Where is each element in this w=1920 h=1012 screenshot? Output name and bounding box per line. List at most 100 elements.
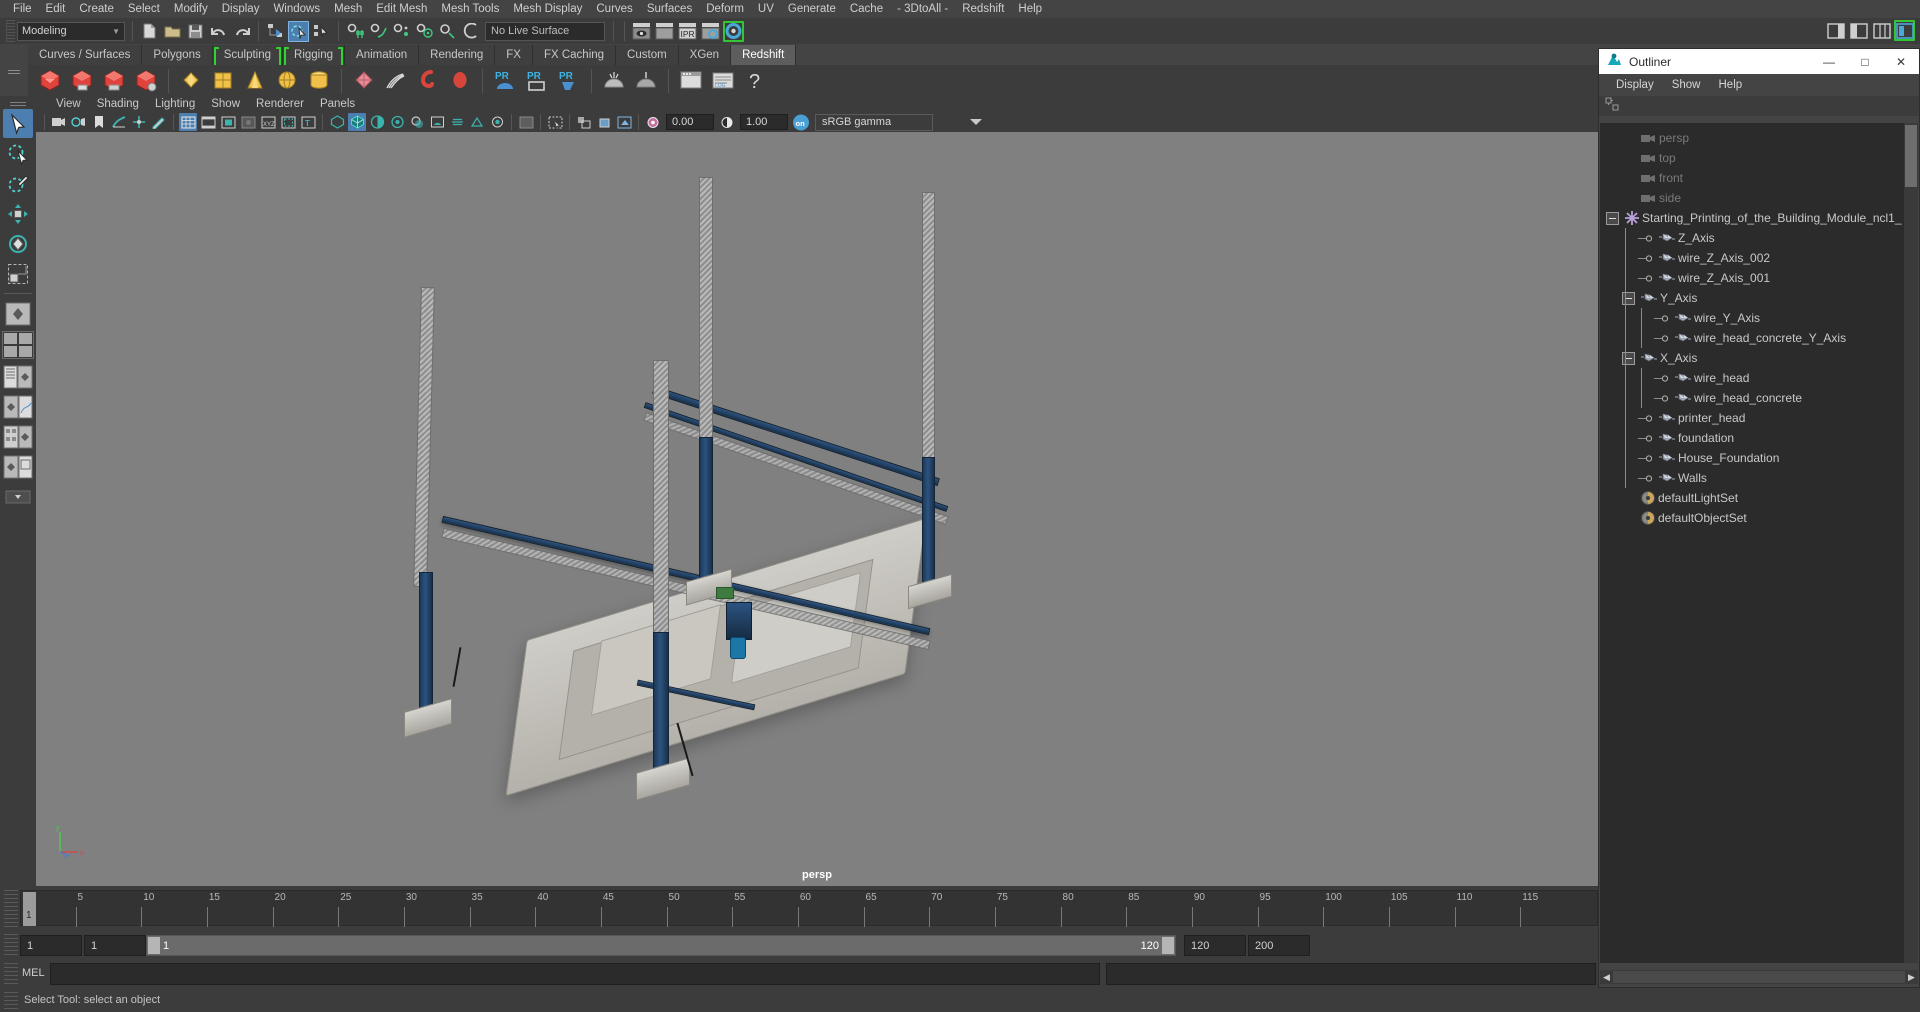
command-input[interactable] — [50, 963, 1100, 985]
depth-of-field-icon[interactable] — [488, 113, 506, 131]
hypershade-persp-icon[interactable] — [3, 422, 33, 451]
outliner-horizontal-scrollbar[interactable]: ◀ ▶ — [1600, 970, 1918, 984]
menu-uv[interactable]: UV — [751, 0, 781, 18]
hypershade-icon[interactable] — [723, 21, 744, 42]
select-tool[interactable] — [3, 109, 33, 138]
menu-redshift[interactable]: Redshift — [955, 0, 1011, 18]
viewport-menu-view[interactable]: View — [48, 96, 89, 112]
redshift-volume-icon[interactable] — [413, 66, 443, 95]
scroll-right-arrow-icon[interactable]: ▶ — [1905, 972, 1918, 983]
close-icon[interactable]: ✕ — [1883, 49, 1919, 74]
live-surface-field[interactable]: No Live Surface — [485, 21, 605, 41]
persp-uv-editor-icon[interactable] — [3, 452, 33, 481]
make-live-icon[interactable] — [460, 21, 481, 42]
redshift-help-icon[interactable]: ? — [740, 66, 770, 95]
render-region-icon[interactable] — [654, 21, 675, 42]
rotate-tool[interactable] — [3, 229, 33, 258]
gamma-icon[interactable] — [718, 113, 736, 131]
range-start-field[interactable]: 1 — [20, 935, 82, 956]
anim-end-field[interactable]: 120 — [1184, 935, 1246, 956]
menu-help[interactable]: Help — [1011, 0, 1049, 18]
resolution-gate-icon[interactable] — [219, 113, 237, 131]
poly-sphere-icon[interactable] — [272, 66, 302, 95]
command-language-label[interactable]: MEL — [22, 967, 45, 979]
viewport-menu-lighting[interactable]: Lighting — [147, 96, 203, 112]
multisample-anti-aliasing-icon[interactable] — [468, 113, 486, 131]
film-origin-icon[interactable]: XYZ — [259, 113, 277, 131]
motion-blur-icon[interactable] — [448, 113, 466, 131]
xray-joints-icon[interactable] — [575, 113, 593, 131]
shelf-tab-rigging[interactable]: Rigging — [283, 45, 346, 67]
smooth-shade-all-icon[interactable] — [348, 113, 366, 131]
outliner-item-defaultlightset[interactable]: defaultLightSet — [1600, 488, 1905, 508]
pr-area-light-icon[interactable]: PR — [522, 66, 552, 95]
move-tool[interactable] — [3, 199, 33, 228]
viewport-3d-canvas[interactable]: y x z persp — [36, 132, 1598, 886]
outliner-menu-help[interactable]: Help — [1710, 79, 1752, 91]
shelf-tab-custom[interactable]: Custom — [616, 45, 679, 65]
anim-start-field[interactable]: 1 — [84, 935, 146, 956]
outliner-item-z-axis[interactable]: Z_Axis — [1600, 228, 1905, 248]
new-scene-icon[interactable] — [139, 21, 160, 42]
outliner-vertical-scrollbar[interactable] — [1904, 123, 1918, 963]
outliner-persp-view-icon[interactable] — [3, 362, 33, 391]
four-view-icon[interactable] — [2, 331, 34, 359]
outliner-item-walls[interactable]: Walls — [1600, 468, 1905, 488]
camera-attributes-icon[interactable] — [70, 113, 88, 131]
sidebar-tool-settings-icon[interactable] — [1848, 20, 1869, 41]
select-by-component-icon[interactable] — [311, 21, 332, 42]
outliner-item-wire-y-axis[interactable]: wire_Y_Axis — [1600, 308, 1905, 328]
select-by-hierarchy-icon[interactable] — [265, 21, 286, 42]
title-safe-icon[interactable]: T — [299, 113, 317, 131]
image-plane-icon[interactable] — [110, 113, 128, 131]
menu-windows[interactable]: Windows — [266, 0, 327, 18]
redshift-material-2-icon[interactable] — [67, 66, 97, 95]
wireframe-icon[interactable] — [328, 113, 346, 131]
film-gate-icon[interactable] — [199, 113, 217, 131]
render-log-icon[interactable]: LOG — [708, 66, 738, 95]
shelf-tab-polygons[interactable]: Polygons — [142, 45, 213, 65]
outliner-item-foundation[interactable]: foundation — [1600, 428, 1905, 448]
range-bar[interactable]: 1 120 — [146, 935, 1176, 956]
maximize-icon[interactable]: □ — [1847, 49, 1883, 74]
poly-cone-icon[interactable] — [240, 66, 270, 95]
gate-mask-icon[interactable] — [239, 113, 257, 131]
status-line-grip[interactable] — [6, 20, 15, 42]
snap-to-curve-icon[interactable] — [368, 21, 389, 42]
outliner-item-side[interactable]: side — [1600, 188, 1905, 208]
redshift-object-icon[interactable] — [445, 66, 475, 95]
select-by-object-icon[interactable] — [288, 20, 309, 42]
menu-file[interactable]: File — [6, 0, 39, 18]
snap-to-grid-icon[interactable] — [345, 21, 366, 42]
menu-edit[interactable]: Edit — [39, 0, 73, 18]
shade-and-textures-icon[interactable] — [368, 113, 386, 131]
viewport-menu-renderer[interactable]: Renderer — [248, 96, 312, 112]
menu-surfaces[interactable]: Surfaces — [640, 0, 699, 18]
bookmark-icon[interactable] — [90, 113, 108, 131]
tree-collapse-toggle[interactable] — [1606, 211, 1619, 225]
snap-to-view-plane-icon[interactable] — [437, 21, 458, 42]
scroll-track[interactable] — [1613, 971, 1905, 983]
range-start-handle[interactable] — [148, 937, 160, 954]
poly-plane-icon[interactable] — [176, 66, 206, 95]
color-management-icon[interactable]: on — [792, 113, 810, 131]
outliner-item-house-foundation[interactable]: House_Foundation — [1600, 448, 1905, 468]
range-end-field[interactable]: 200 — [1248, 935, 1310, 956]
exposure-icon[interactable] — [644, 113, 662, 131]
menu-select[interactable]: Select — [121, 0, 167, 18]
help-line-grip[interactable] — [4, 992, 18, 1010]
command-line-grip[interactable] — [4, 963, 18, 985]
outliner-item-persp[interactable]: persp — [1600, 128, 1905, 148]
outliner-item-printer-head[interactable]: printer_head — [1600, 408, 1905, 428]
outliner-item-wire-head[interactable]: wire_head — [1600, 368, 1905, 388]
menu-edit-mesh[interactable]: Edit Mesh — [369, 0, 434, 18]
menu-generate[interactable]: Generate — [781, 0, 843, 18]
xray-active-components-icon[interactable] — [595, 113, 613, 131]
outliner-item-starting-printing-of-the-building-module-ncl1[interactable]: Starting_Printing_of_the_Building_Module… — [1600, 208, 1905, 228]
scroll-left-arrow-icon[interactable]: ◀ — [1600, 972, 1613, 983]
menu-curves[interactable]: Curves — [589, 0, 639, 18]
lasso-select-tool[interactable] — [3, 139, 33, 168]
command-output[interactable] — [1106, 963, 1596, 985]
current-time-indicator[interactable]: 1 — [23, 892, 36, 926]
shelf-tab-fx-caching[interactable]: FX Caching — [532, 45, 617, 65]
